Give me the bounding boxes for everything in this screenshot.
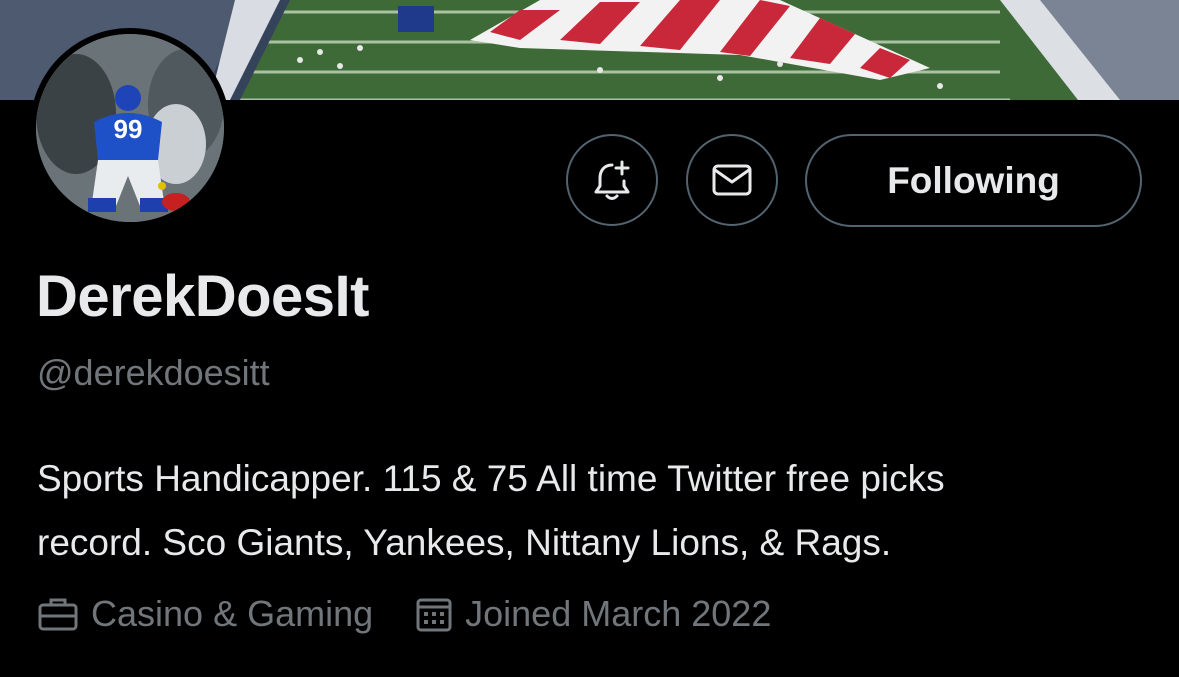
display-name: DerekDoesIt bbox=[36, 264, 369, 329]
following-button[interactable]: Following bbox=[805, 134, 1142, 227]
category-item: Casino & Gaming bbox=[37, 593, 373, 635]
bio-line: Sports Handicapper. 115 & 75 All time Tw… bbox=[37, 458, 945, 499]
calendar-icon bbox=[416, 598, 452, 632]
bio-line: record. Sco Giants, Yankees, Nittany Lio… bbox=[37, 522, 892, 563]
joined-date: Joined March 2022 bbox=[465, 593, 772, 634]
user-handle: @derekdoesitt bbox=[37, 352, 270, 393]
category-label: Casino & Gaming bbox=[91, 593, 374, 634]
avatar[interactable]: 99 bbox=[36, 34, 224, 222]
message-button[interactable] bbox=[686, 134, 778, 226]
profile-bio: Sports Handicapper. 115 & 75 All time Tw… bbox=[37, 447, 1157, 575]
profile-meta: Casino & Gaming Joined March 2022 bbox=[37, 590, 771, 638]
jersey-number: 99 bbox=[114, 114, 143, 144]
bell-plus-icon bbox=[594, 160, 630, 200]
avatar-image: 99 bbox=[36, 34, 224, 222]
envelope-icon bbox=[712, 164, 752, 196]
briefcase-icon bbox=[38, 598, 78, 631]
joined-item: Joined March 2022 bbox=[415, 593, 771, 635]
notifications-button[interactable] bbox=[566, 134, 658, 226]
